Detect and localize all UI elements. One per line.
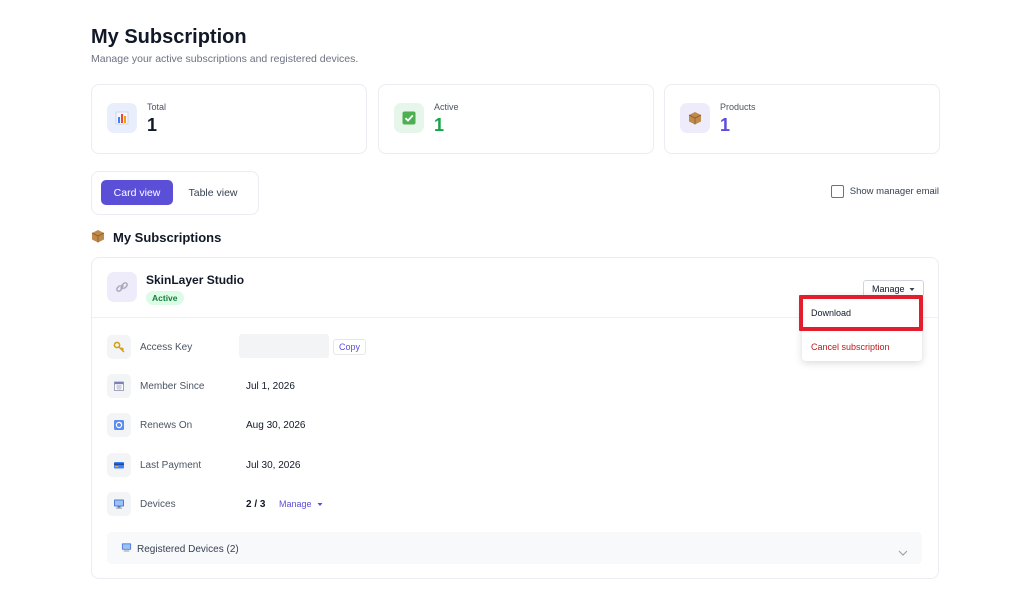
stat-card-total: Total 1 bbox=[91, 84, 367, 154]
stat-value: 1 bbox=[720, 115, 731, 135]
monitor-icon bbox=[107, 492, 131, 516]
row-value: Jul 30, 2026 bbox=[246, 459, 301, 471]
stat-label: Products bbox=[720, 102, 756, 112]
package-icon bbox=[680, 103, 710, 133]
stat-label: Active bbox=[434, 102, 459, 112]
devices-row: Devices 2 / 3 Manage bbox=[107, 492, 323, 516]
access-key-value bbox=[239, 334, 329, 358]
stat-value: 1 bbox=[434, 115, 445, 135]
calendar-icon bbox=[107, 374, 131, 398]
row-label: Member Since bbox=[140, 380, 205, 392]
page-subtitle: Manage your active subscriptions and reg… bbox=[91, 53, 359, 65]
menu-item-cancel-subscription[interactable]: Cancel subscription bbox=[811, 342, 890, 352]
status-badge: Active bbox=[146, 291, 184, 305]
access-key-row: Access Key Copy bbox=[107, 334, 367, 359]
registered-devices-label: Registered Devices (2) bbox=[137, 543, 239, 555]
last-payment-row: Last Payment Jul 30, 2026 bbox=[107, 453, 301, 477]
stat-card-active: Active 1 bbox=[378, 84, 654, 154]
table-view-button[interactable]: Table view bbox=[176, 180, 250, 205]
show-manager-email-toggle[interactable]: Show manager email bbox=[830, 185, 939, 198]
credit-card-icon bbox=[107, 453, 131, 477]
row-label: Renews On bbox=[140, 419, 193, 431]
show-manager-email-label: Show manager email bbox=[849, 186, 939, 197]
chevron-down-icon[interactable] bbox=[898, 543, 908, 561]
key-icon bbox=[107, 335, 131, 359]
page-title: My Subscription bbox=[91, 26, 247, 48]
view-toggle: Card view Table view bbox=[91, 171, 259, 215]
caret-down-icon bbox=[909, 284, 915, 294]
card-view-button[interactable]: Card view bbox=[101, 180, 173, 205]
product-name: SkinLayer Studio bbox=[146, 273, 245, 287]
row-label: Access Key bbox=[140, 341, 193, 353]
stat-value: 1 bbox=[147, 115, 158, 135]
caret-down-icon bbox=[317, 499, 323, 509]
menu-item-download-label: Download bbox=[811, 308, 852, 318]
row-label: Last Payment bbox=[140, 459, 202, 471]
refresh-icon bbox=[107, 413, 131, 437]
show-manager-email-checkbox[interactable] bbox=[830, 185, 844, 198]
devices-manage-label: Manage bbox=[279, 499, 312, 509]
row-label: Devices bbox=[140, 498, 176, 510]
stat-card-products: Products 1 bbox=[664, 84, 940, 154]
stat-label: Total bbox=[147, 102, 167, 112]
monitor-icon bbox=[121, 542, 132, 556]
devices-count: 2 / 3 bbox=[246, 498, 266, 510]
row-value: Aug 30, 2026 bbox=[246, 419, 306, 431]
registered-devices-header: Registered Devices (2) bbox=[121, 542, 239, 556]
package-icon bbox=[91, 229, 105, 246]
link-icon bbox=[107, 272, 137, 302]
bar-chart-icon bbox=[107, 103, 137, 133]
section-heading: My Subscriptions bbox=[91, 229, 221, 246]
devices-manage-link[interactable]: Manage bbox=[279, 499, 323, 509]
checkmark-icon bbox=[394, 103, 424, 133]
member-since-row: Member Since Jul 1, 2026 bbox=[107, 374, 295, 398]
manage-button-label: Manage bbox=[872, 283, 905, 294]
registered-devices-panel[interactable]: Registered Devices (2) bbox=[107, 532, 922, 564]
section-title: My Subscriptions bbox=[113, 230, 222, 245]
menu-item-download[interactable]: Download bbox=[799, 295, 923, 331]
row-value: Jul 1, 2026 bbox=[246, 380, 295, 392]
copy-button[interactable]: Copy bbox=[333, 339, 367, 355]
renews-on-row: Renews On Aug 30, 2026 bbox=[107, 413, 306, 437]
